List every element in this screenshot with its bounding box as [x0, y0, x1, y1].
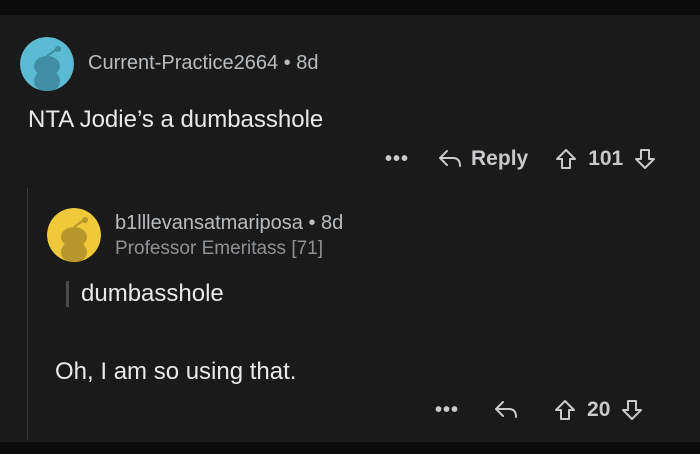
comment-meta: b1lllevansatmariposa • 8d — [115, 212, 343, 235]
vote-score: 20 — [587, 398, 611, 421]
comment-body: Oh, I am so using that. — [55, 358, 297, 385]
thread-line[interactable] — [27, 188, 28, 440]
comment-actions: ••• Reply 101 — [385, 144, 657, 174]
avatar[interactable] — [20, 37, 74, 91]
quoted-text: dumbasshole — [81, 280, 224, 307]
downvote-icon[interactable] — [620, 398, 644, 422]
username[interactable]: b1lllevansatmariposa — [115, 212, 303, 234]
comment-body: NTA Jodie’s a dumbasshole — [28, 106, 324, 133]
user-flair: Professor Emeritass [71] — [115, 238, 324, 259]
snoo-avatar-icon — [47, 208, 101, 262]
upvote-icon[interactable] — [553, 398, 577, 422]
top-edge — [0, 0, 700, 15]
separator: • — [308, 212, 316, 234]
comment-meta: Current-Practice2664 • 8d — [88, 52, 318, 75]
reply-icon[interactable] — [493, 399, 519, 421]
separator: • — [283, 52, 291, 74]
vote-score: 101 — [588, 147, 624, 170]
snoo-avatar-icon — [20, 37, 74, 91]
upvote-icon[interactable] — [554, 147, 578, 171]
reply-icon[interactable] — [437, 148, 463, 170]
bottom-edge — [0, 442, 700, 454]
username[interactable]: Current-Practice2664 — [88, 52, 278, 74]
more-options-button[interactable]: ••• — [435, 399, 459, 422]
quote-bar — [66, 281, 69, 307]
comment-actions: ••• 20 — [435, 395, 644, 425]
downvote-icon[interactable] — [633, 147, 657, 171]
timestamp: 8d — [321, 212, 344, 234]
timestamp: 8d — [296, 52, 319, 74]
more-options-button[interactable]: ••• — [385, 148, 409, 171]
avatar[interactable] — [47, 208, 101, 262]
reply-button[interactable]: Reply — [471, 147, 528, 171]
